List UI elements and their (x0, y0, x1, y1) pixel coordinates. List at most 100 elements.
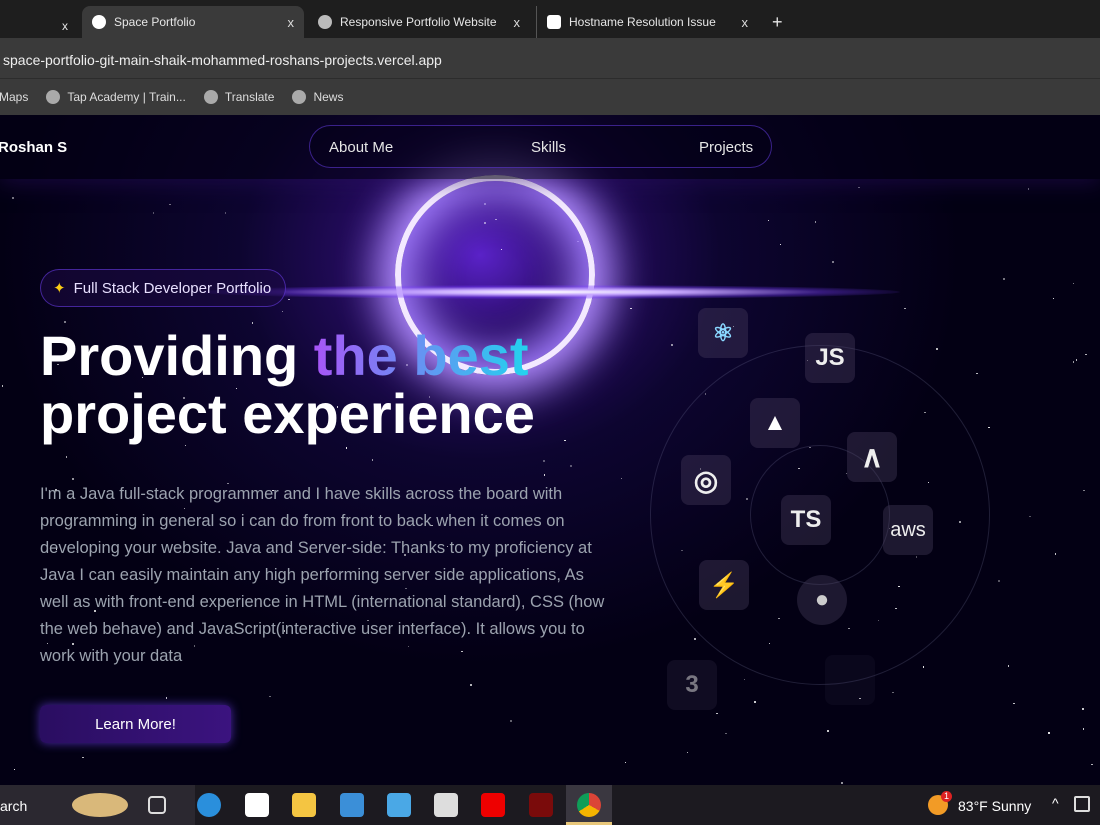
star (1028, 188, 1030, 190)
nav-about-me[interactable]: About Me (329, 139, 393, 156)
bookmark-translate[interactable]: Translate (204, 90, 275, 104)
next-arrow-icon: ∧ (847, 432, 897, 482)
star (544, 474, 546, 476)
bookmark-tap-academy[interactable]: Tap Academy | Train... (46, 90, 186, 104)
star (12, 197, 14, 199)
accretion-disk-graphic (200, 285, 900, 299)
close-tab-icon[interactable]: x (514, 15, 521, 30)
tab-responsive-portfolio[interactable]: Responsive Portfolio Websitex (308, 6, 530, 38)
globe-icon (318, 15, 332, 29)
nav-projects[interactable]: Projects (699, 139, 753, 156)
file-explorer-icon[interactable] (292, 793, 316, 817)
airtel-play-icon[interactable] (529, 793, 553, 817)
task-view-icon[interactable] (148, 796, 166, 814)
globe-icon (292, 90, 306, 104)
star (988, 427, 990, 429)
star (671, 344, 673, 346)
star (687, 752, 689, 754)
star (780, 244, 782, 246)
mail-icon[interactable] (387, 793, 411, 817)
new-tab-button[interactable]: + (762, 6, 793, 38)
nav-skills[interactable]: Skills (531, 139, 566, 156)
lightning-icon: ⚡ (699, 560, 749, 610)
star (1076, 359, 1078, 361)
star (66, 456, 68, 458)
this-pc-icon[interactable] (340, 793, 364, 817)
tab-bar: x Space Portfoliox Responsive Portfolio … (0, 0, 1100, 38)
store-icon[interactable] (245, 793, 269, 817)
star (827, 730, 829, 732)
brand-name[interactable]: Roshan S (0, 139, 67, 156)
edge-icon[interactable] (197, 793, 221, 817)
star (510, 720, 512, 722)
vercel-icon (92, 15, 106, 29)
firebase-icon: ▲ (750, 398, 800, 448)
star (1083, 728, 1085, 730)
star (14, 769, 16, 771)
show-hidden-icons-chevron-icon[interactable]: ^ (1052, 795, 1059, 811)
role-badge: ✦Full Stack Developer Portfolio (40, 269, 286, 307)
star (153, 212, 155, 214)
star (630, 308, 632, 310)
star (1053, 298, 1055, 300)
star (1082, 708, 1084, 710)
star (1008, 665, 1010, 667)
star (346, 447, 348, 449)
github-icon: ● (797, 575, 847, 625)
star (625, 762, 627, 764)
star (998, 580, 1000, 582)
star (694, 638, 696, 640)
roblox-icon[interactable] (434, 793, 458, 817)
star (282, 311, 284, 313)
star (936, 348, 938, 350)
star (1083, 490, 1085, 492)
aws-icon: aws (883, 505, 933, 555)
apollo-icon: ◎ (681, 455, 731, 505)
react-icon: ⚛ (698, 308, 748, 358)
close-tab-icon[interactable]: x (288, 15, 295, 30)
notification-icon[interactable] (1074, 796, 1090, 812)
star (72, 478, 74, 480)
star (1073, 361, 1075, 363)
site-navbar: Roshan S About Me Skills Projects (0, 115, 1100, 179)
tab-space-portfolio[interactable]: Space Portfoliox (82, 6, 304, 38)
chatgpt-icon (547, 15, 561, 29)
weather-text[interactable]: 83°F Sunny (958, 798, 1031, 814)
star (1003, 278, 1005, 280)
chrome-icon (577, 793, 601, 817)
windows-taskbar: arch 1 83°F Sunny ^ (0, 785, 1100, 825)
star (923, 666, 925, 668)
star (976, 373, 978, 375)
chrome-taskbar-button[interactable] (566, 785, 612, 825)
hero-headline: Providing the bestproject experience (40, 327, 535, 443)
close-tab-icon[interactable]: x (742, 15, 749, 30)
star (858, 187, 860, 189)
bookmark-maps[interactable]: Maps (0, 90, 28, 104)
address-bar[interactable]: space-portfolio-git-main-shaik-mohammed-… (0, 38, 1100, 78)
bookmark-news[interactable]: News (292, 90, 343, 104)
star (768, 220, 770, 222)
tab-hostname-issue[interactable]: Hostname Resolution Issuex (536, 6, 758, 38)
weather-sun-icon[interactable]: 1 (928, 795, 948, 815)
star (1048, 732, 1050, 734)
star (1085, 354, 1087, 356)
star (82, 757, 84, 759)
html5-icon (825, 655, 875, 705)
star (543, 460, 545, 462)
learn-more-button[interactable]: Learn More! (40, 705, 231, 743)
star (621, 478, 623, 480)
melon-search-highlight-icon (72, 793, 128, 817)
star (470, 684, 472, 686)
star (1055, 553, 1057, 555)
globe-icon (204, 90, 218, 104)
javascript-icon: JS (805, 333, 855, 383)
star (904, 308, 906, 310)
youtube-icon[interactable] (481, 793, 505, 817)
star (2, 385, 4, 387)
css3-icon: 3 (667, 660, 717, 710)
star (564, 440, 566, 442)
star (288, 299, 290, 301)
globe-icon (46, 90, 60, 104)
star (269, 696, 271, 698)
star (169, 204, 171, 206)
